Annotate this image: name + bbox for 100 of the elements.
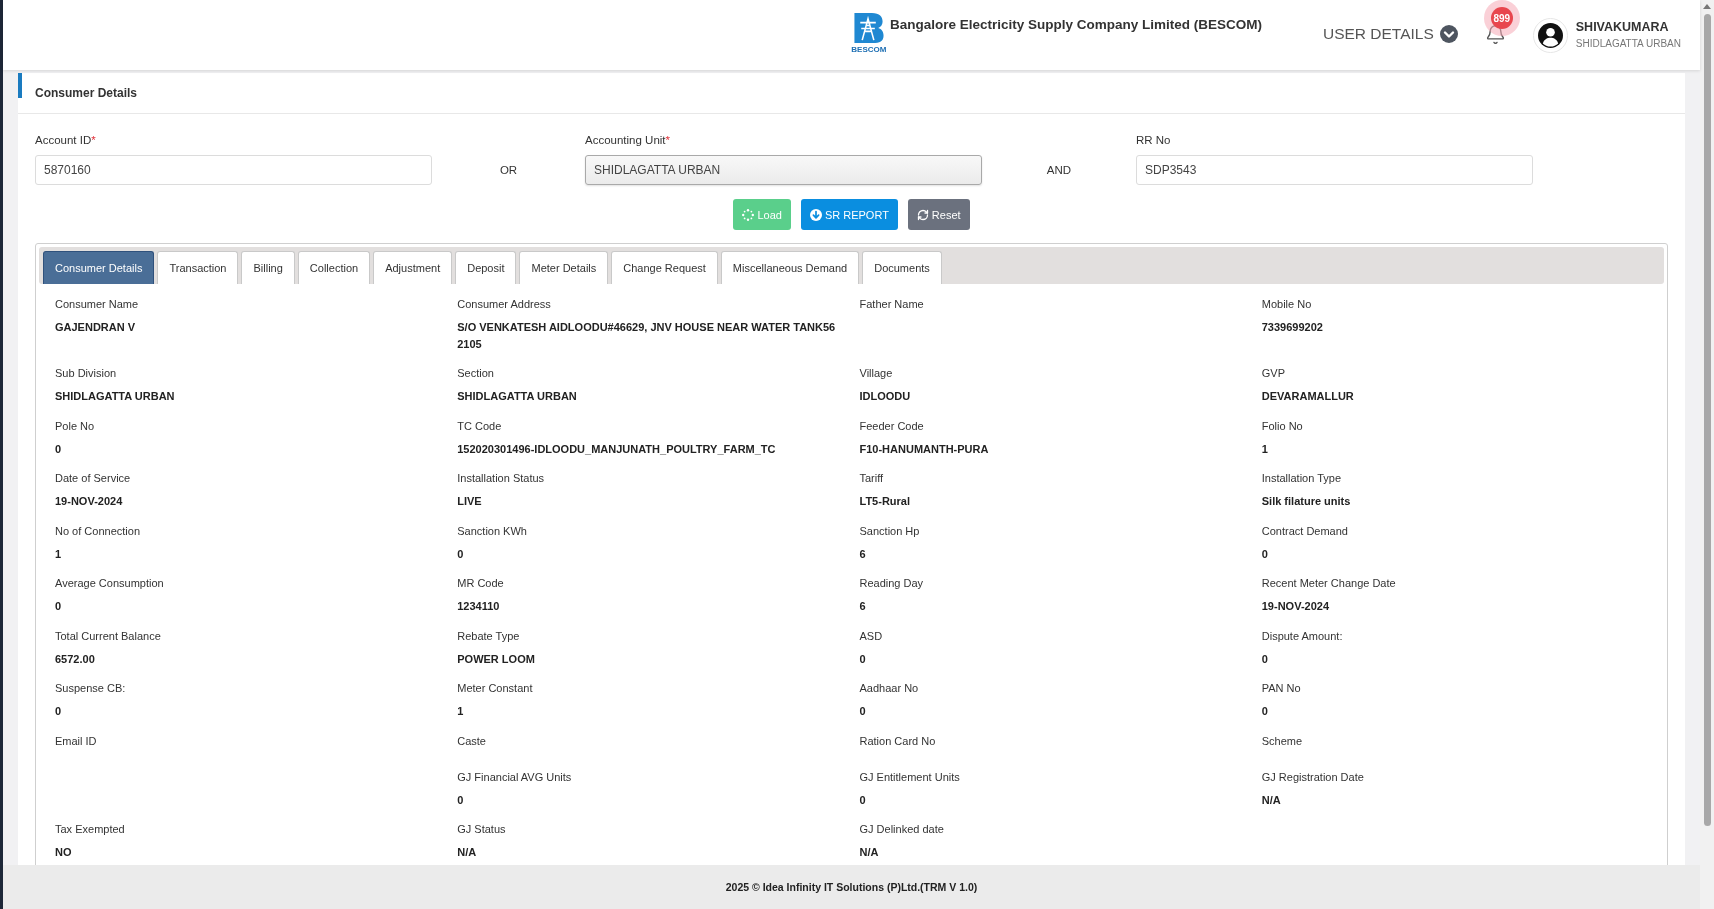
field-value: 6 <box>859 599 866 614</box>
field-label: Tax Exempted <box>55 822 125 837</box>
field-label: GJ Status <box>457 822 506 837</box>
field-label: Tariff <box>859 471 884 486</box>
tab[interactable]: Transaction <box>157 251 239 284</box>
field-value: 0 <box>859 704 866 719</box>
field-value: 0 <box>457 546 464 562</box>
field-value: 7339699202 <box>1261 320 1323 335</box>
refresh-icon <box>916 208 929 221</box>
field-label: Section <box>457 366 494 381</box>
tab[interactable]: Collection <box>297 251 371 284</box>
field-value: 0 <box>1261 651 1268 667</box>
field-label: Father Name <box>859 297 924 312</box>
tab[interactable]: Miscellaneous Demand <box>720 251 860 284</box>
field-label: Pole No <box>55 418 95 434</box>
connector-text: OR <box>499 163 518 178</box>
field-label: Sanction KWh <box>457 523 527 539</box>
tab[interactable]: Deposit <box>455 251 517 284</box>
card-title: Consumer Details <box>35 86 138 100</box>
select-field[interactable]: SHIDLAGATTA URBAN <box>585 155 982 185</box>
field-label: Village <box>859 366 893 381</box>
field-value: NO <box>55 845 72 860</box>
field-value: F10-HANUMANTH-PURA <box>859 441 989 457</box>
field-label: Average Consumption <box>55 576 164 591</box>
tab[interactable]: Meter Details <box>519 251 609 284</box>
field-value: N/A <box>457 845 477 860</box>
field-value: 1234110 <box>457 599 500 614</box>
scrollbar-thumb[interactable] <box>1703 14 1711 826</box>
field-label: Email ID <box>55 733 97 749</box>
field-value: N/A <box>1261 792 1281 808</box>
field-label: GJ Registration Date <box>1261 769 1364 785</box>
field-label: ASD <box>859 628 883 644</box>
field-label: Mobile No <box>1261 297 1312 312</box>
tab[interactable]: Documents <box>862 251 942 284</box>
field-label: Ration Card No <box>859 733 936 749</box>
field-label: Sanction Hp <box>859 523 920 539</box>
field-value: 0 <box>859 792 866 808</box>
field-value: DEVARAMALLUR <box>1261 389 1354 404</box>
notification-badge: 899 <box>1483 0 1520 36</box>
sr-report-button[interactable]: SR REPORT <box>800 199 898 230</box>
field-label: Aadhaar No <box>859 681 919 696</box>
field-value: 1 <box>457 704 464 719</box>
field-label: Scheme <box>1261 733 1303 749</box>
reset-button[interactable]: Reset <box>907 199 970 230</box>
field-value: GAJENDRAN V <box>55 320 136 335</box>
field-label: Consumer Name <box>55 297 139 312</box>
field-label: Contract Demand <box>1261 523 1348 539</box>
field-value: 1 <box>1261 441 1268 457</box>
field-value: 6572.00 <box>55 651 95 667</box>
copyright-text: 2025 © Idea Infinity IT Solutions (P)Ltd.(TRM V 1.0) <box>725 881 978 893</box>
user-name: SHIVAKUMARA <box>1575 19 1670 36</box>
bell-icon[interactable] <box>1484 24 1506 45</box>
field-label: Rebate Type <box>457 628 520 644</box>
field-value: 19-NOV-2024 <box>1261 599 1329 614</box>
tab[interactable]: Billing <box>241 251 295 284</box>
field-value: POWER LOOM <box>457 651 535 667</box>
field-label: Date of Service <box>55 471 131 486</box>
tab[interactable]: Adjustment <box>373 251 453 284</box>
download-icon <box>809 208 822 221</box>
field-label: Caste <box>457 733 486 749</box>
tab[interactable]: Consumer Details <box>43 251 155 284</box>
field-label: Meter Constant <box>457 681 533 696</box>
tab[interactable]: Change Request <box>611 251 718 284</box>
field-value: 6 <box>859 546 866 562</box>
field-label: GVP <box>1261 366 1285 381</box>
field-label: RR No <box>1136 133 1172 147</box>
field-label: Installation Type <box>1261 471 1342 486</box>
user-avatar-icon[interactable] <box>1532 18 1568 53</box>
field-value: 0 <box>457 792 464 808</box>
field-value: 152020301496-IDLOODU_MANJUNATH_POULTRY_FARM_TC <box>457 441 776 457</box>
field-value: 0 <box>1261 704 1268 719</box>
spinner-icon <box>742 208 755 221</box>
field-label: Feeder Code <box>859 418 924 434</box>
field-value: S/O VENKATESH AIDLOODU#46629, JNV HOUSE NEAR WATER TANK562105 <box>457 320 837 352</box>
company-title: Bangalore Electricity Supply Company Limited (BESCOM) <box>889 17 1262 32</box>
field-label: Suspense CB: <box>55 681 126 696</box>
logo-icon <box>851 11 886 44</box>
scroll-up-icon[interactable] <box>1703 4 1711 9</box>
field-label: No of Connection <box>55 523 140 539</box>
field-label: Folio No <box>1261 418 1303 434</box>
field-label: GJ Delinked date <box>859 822 944 837</box>
chevron-down-icon <box>1439 25 1458 43</box>
input-field[interactable]: SDP3543 <box>1136 155 1533 185</box>
field-value: IDLOODU <box>859 389 911 404</box>
accent-bar <box>18 73 22 98</box>
field-value: 0 <box>1261 546 1268 562</box>
field-value: Silk filature units <box>1261 494 1351 509</box>
field-label: GJ Entitlement Units <box>859 769 960 785</box>
connector-text: AND <box>1046 163 1072 178</box>
logo-caption: BESCOM <box>851 45 887 54</box>
field-value: 19-NOV-2024 <box>55 494 123 509</box>
field-value: 0 <box>55 441 62 457</box>
user-details-menu[interactable]: USER DETAILS <box>1322 25 1458 43</box>
field-value: SHIDLAGATTA URBAN <box>457 389 577 404</box>
field-value: 0 <box>859 651 866 667</box>
input-field[interactable]: 5870160 <box>35 155 432 185</box>
field-label: Total Current Balance <box>55 628 161 644</box>
field-value: N/A <box>859 845 879 860</box>
field-label: Reading Day <box>859 576 924 591</box>
field-label: Sub Division <box>55 366 117 381</box>
